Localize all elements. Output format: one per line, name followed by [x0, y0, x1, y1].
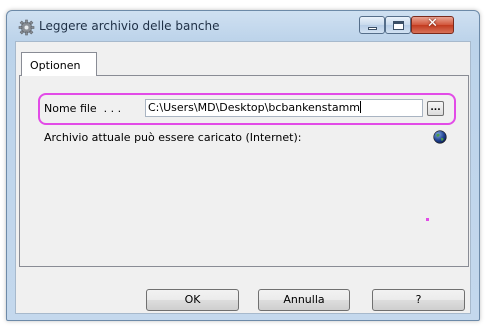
minimize-button[interactable]: [359, 16, 385, 34]
maximize-icon: [393, 21, 404, 30]
cancel-button[interactable]: Annulla: [258, 289, 350, 311]
ok-button[interactable]: OK: [146, 289, 239, 311]
file-name-label: Nome file . . .: [44, 102, 122, 115]
title-bar[interactable]: Leggere archivio delle banche ✕: [7, 11, 479, 41]
internet-load-label: Archivio attuale può essere caricato (In…: [44, 131, 302, 144]
help-button[interactable]: ?: [372, 289, 465, 311]
close-button[interactable]: ✕: [411, 16, 454, 34]
browse-button[interactable]: ...: [427, 101, 444, 116]
tab-label: Optionen: [30, 59, 81, 72]
file-name-field[interactable]: C:\Users\MD\Desktop\bcbankenstamm: [145, 99, 423, 117]
close-icon: ✕: [427, 16, 438, 31]
minimize-icon: [368, 27, 377, 30]
annotation-dot: [426, 218, 429, 221]
maximize-button[interactable]: [385, 16, 411, 34]
file-name-value: C:\Users\MD\Desktop\bcbankenstamm: [148, 101, 360, 114]
text-caret: [360, 101, 361, 113]
globe-icon[interactable]: [433, 130, 447, 144]
window-title: Leggere archivio delle banche: [39, 19, 220, 33]
ellipsis-icon: ...: [430, 103, 441, 113]
gear-icon: [18, 19, 35, 36]
tab-optionen[interactable]: Optionen: [21, 52, 97, 76]
